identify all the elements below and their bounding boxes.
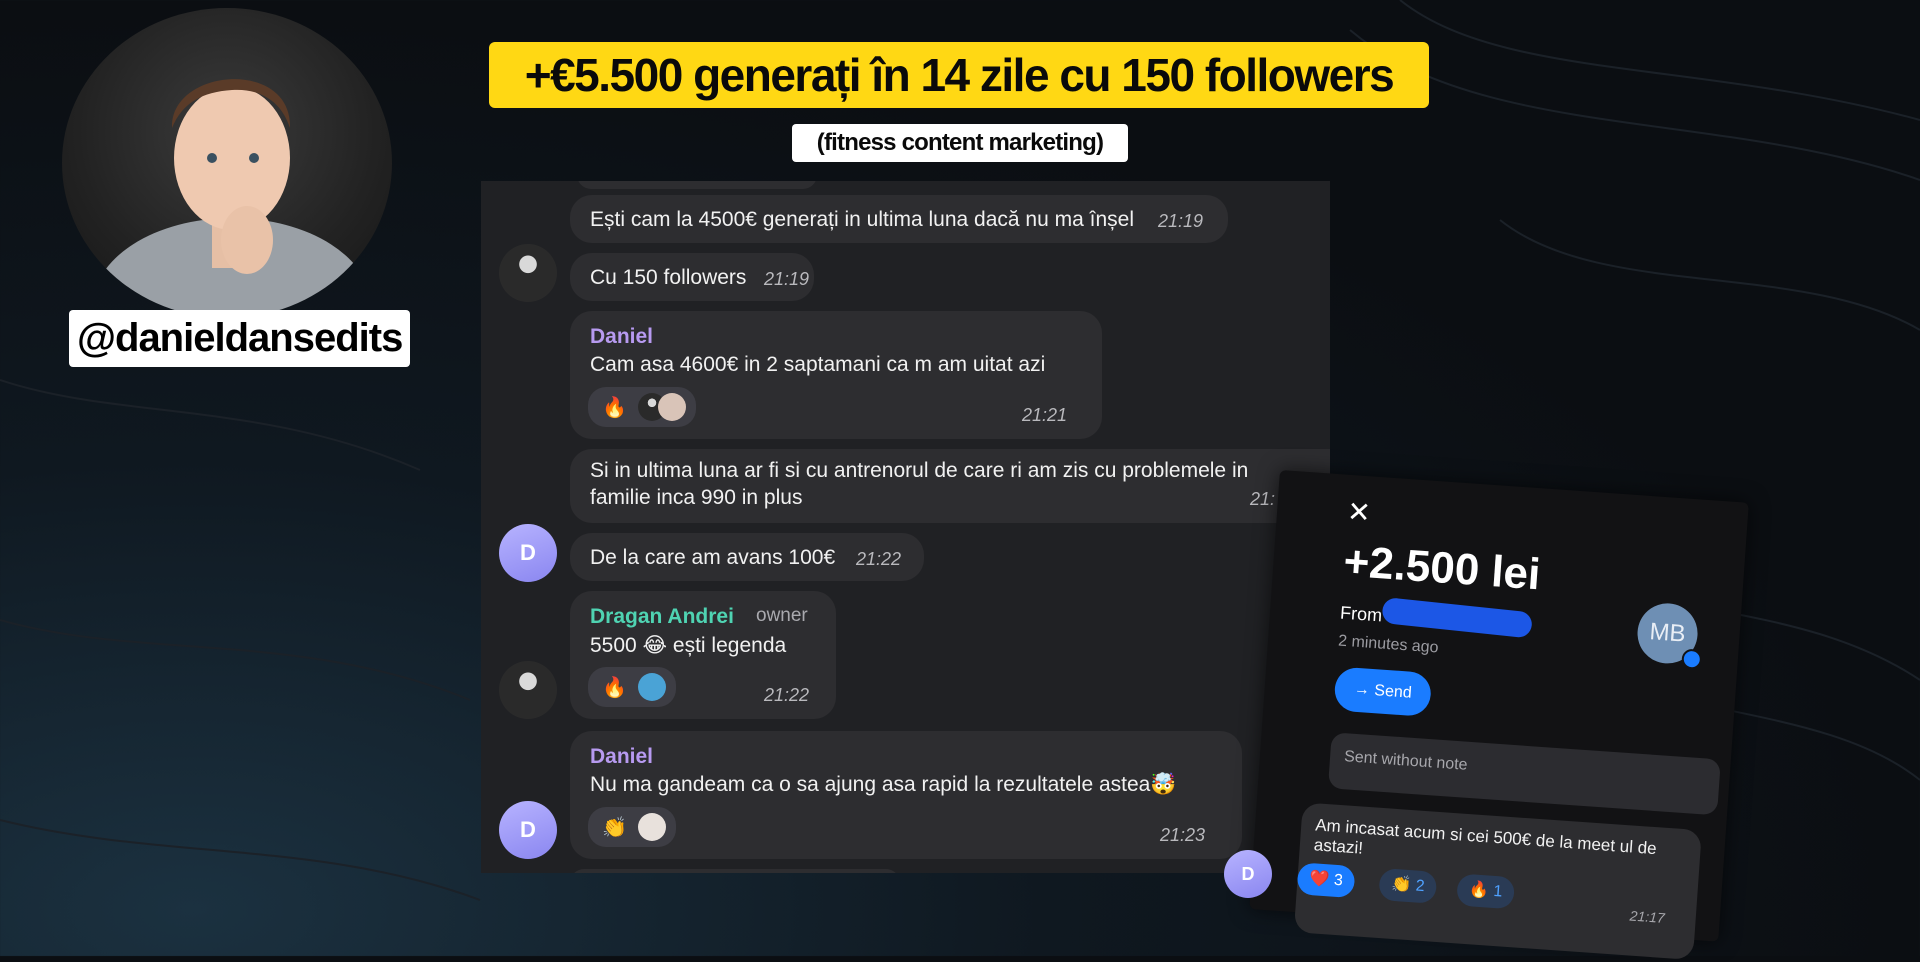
fire-reaction-chip[interactable]: 🔥 1: [1456, 873, 1516, 910]
sender-avatar: D: [499, 524, 557, 582]
message-bubble: Daniel Nu ma gandeam ca o sa ajung asa r…: [570, 731, 1242, 859]
reaction-count: 3: [1333, 871, 1344, 890]
heart-emoji-icon: ❤️: [1308, 870, 1331, 889]
payment-amount: +2.500 lei: [1342, 536, 1542, 600]
message-bubble: Am incasat acum si cei 500€ de la meet u…: [1293, 802, 1702, 960]
heart-reaction-chip[interactable]: ❤️ 3: [1296, 862, 1356, 899]
badge-icon: [1681, 648, 1703, 670]
message-time: 21:23: [1160, 825, 1206, 845]
sender-role: owner: [756, 605, 808, 626]
message-bubble: Cu 150 followers 21:19: [570, 253, 814, 301]
sender-avatar: D: [499, 801, 557, 859]
message-time: 21:22: [764, 685, 810, 705]
message-bubble: De la care am avans 100€ 21:22: [570, 533, 924, 581]
payment-from-label: From: [1339, 602, 1383, 626]
message-bubble: Dragan Andrei owner 5500 😂 ești legenda …: [570, 591, 836, 719]
message-text: De la care am avans 100€: [590, 546, 836, 569]
sender-name: Dragan Andrei: [590, 605, 734, 628]
redaction-scribble: [1381, 596, 1534, 639]
profile-photo: [62, 8, 392, 318]
message-bubble-partial: [570, 869, 900, 873]
person-illustration: [92, 79, 372, 318]
fire-emoji-icon: 🔥: [602, 677, 627, 699]
reactor-avatar: [638, 813, 666, 841]
clap-emoji-icon: 👏: [602, 817, 627, 839]
group-chat-panel: Ești cam la 4500€ generați in ultima lun…: [481, 181, 1330, 873]
payment-note: Sent without note: [1327, 732, 1721, 816]
message-text: Am incasat acum si cei 500€ de la meet u…: [1313, 815, 1658, 859]
clap-emoji-icon: 👏: [1390, 875, 1412, 895]
payment-time-ago: 2 minutes ago: [1337, 632, 1440, 657]
sender-name: Daniel: [590, 745, 654, 768]
payment-received-card: ✕ +2.500 lei From 2 minutes ago MB → Sen…: [1249, 470, 1749, 960]
headline-title: +€5.500 generați în 14 zile cu 150 follo…: [489, 42, 1429, 108]
fire-emoji-icon: 🔥: [602, 397, 627, 419]
reaction-chip[interactable]: 🔥: [588, 667, 676, 707]
message-bubble: Si in ultima luna ar fi si cu antrenorul…: [570, 449, 1330, 523]
clap-reaction-chip[interactable]: 👏 2: [1378, 867, 1438, 904]
message-bubble: Daniel Cam asa 4600€ in 2 saptamani ca m…: [570, 311, 1102, 439]
message-text: Ești cam la 4500€ generați in ultima lun…: [590, 208, 1134, 231]
sender-avatar-photo: [499, 244, 557, 302]
message-text-line2: familie inca 990 in plus: [590, 486, 803, 509]
fire-emoji-icon: 🔥: [1468, 881, 1490, 900]
sender-avatar: D: [1224, 850, 1272, 898]
message-time: 21:17: [1629, 907, 1666, 926]
reaction-count: 2: [1415, 877, 1426, 896]
message-bubble: Ești cam la 4500€ generați in ultima lun…: [570, 195, 1228, 243]
message-time: 21:19: [1158, 211, 1204, 231]
arrow-right-icon: →: [1353, 680, 1371, 699]
message-time: 21:19: [764, 269, 810, 289]
message-text: Cu 150 followers: [590, 266, 747, 289]
send-button-label: Send: [1373, 682, 1413, 702]
sender-name: Daniel: [590, 325, 654, 348]
message-time: 21:21: [1022, 405, 1068, 425]
reaction-chip[interactable]: 👏: [588, 807, 676, 847]
close-icon[interactable]: ✕: [1346, 495, 1372, 530]
message-text: Cam asa 4600€ in 2 saptamani ca m am uit…: [590, 353, 1046, 376]
message-text: 5500 😂 ești legenda: [590, 634, 787, 657]
profile-handle: @danieldansedits: [69, 310, 411, 367]
message-text: Si in ultima luna ar fi si cu antrenorul…: [590, 459, 1249, 482]
message-time: 21:: [1250, 489, 1276, 509]
reactor-avatar: [638, 673, 666, 701]
message-bubble-partial: [577, 181, 817, 189]
message-text: Nu ma gandeam ca o sa ajung asa rapid la…: [590, 773, 1177, 796]
headline-subtitle: (fitness content marketing): [792, 124, 1128, 162]
message-time: 21:22: [856, 549, 902, 569]
reaction-count: 1: [1492, 882, 1503, 901]
send-button[interactable]: → Send: [1333, 666, 1433, 718]
reactor-avatar: [658, 393, 686, 421]
sender-avatar-photo: [499, 661, 557, 719]
reaction-chip[interactable]: 🔥: [588, 387, 696, 427]
